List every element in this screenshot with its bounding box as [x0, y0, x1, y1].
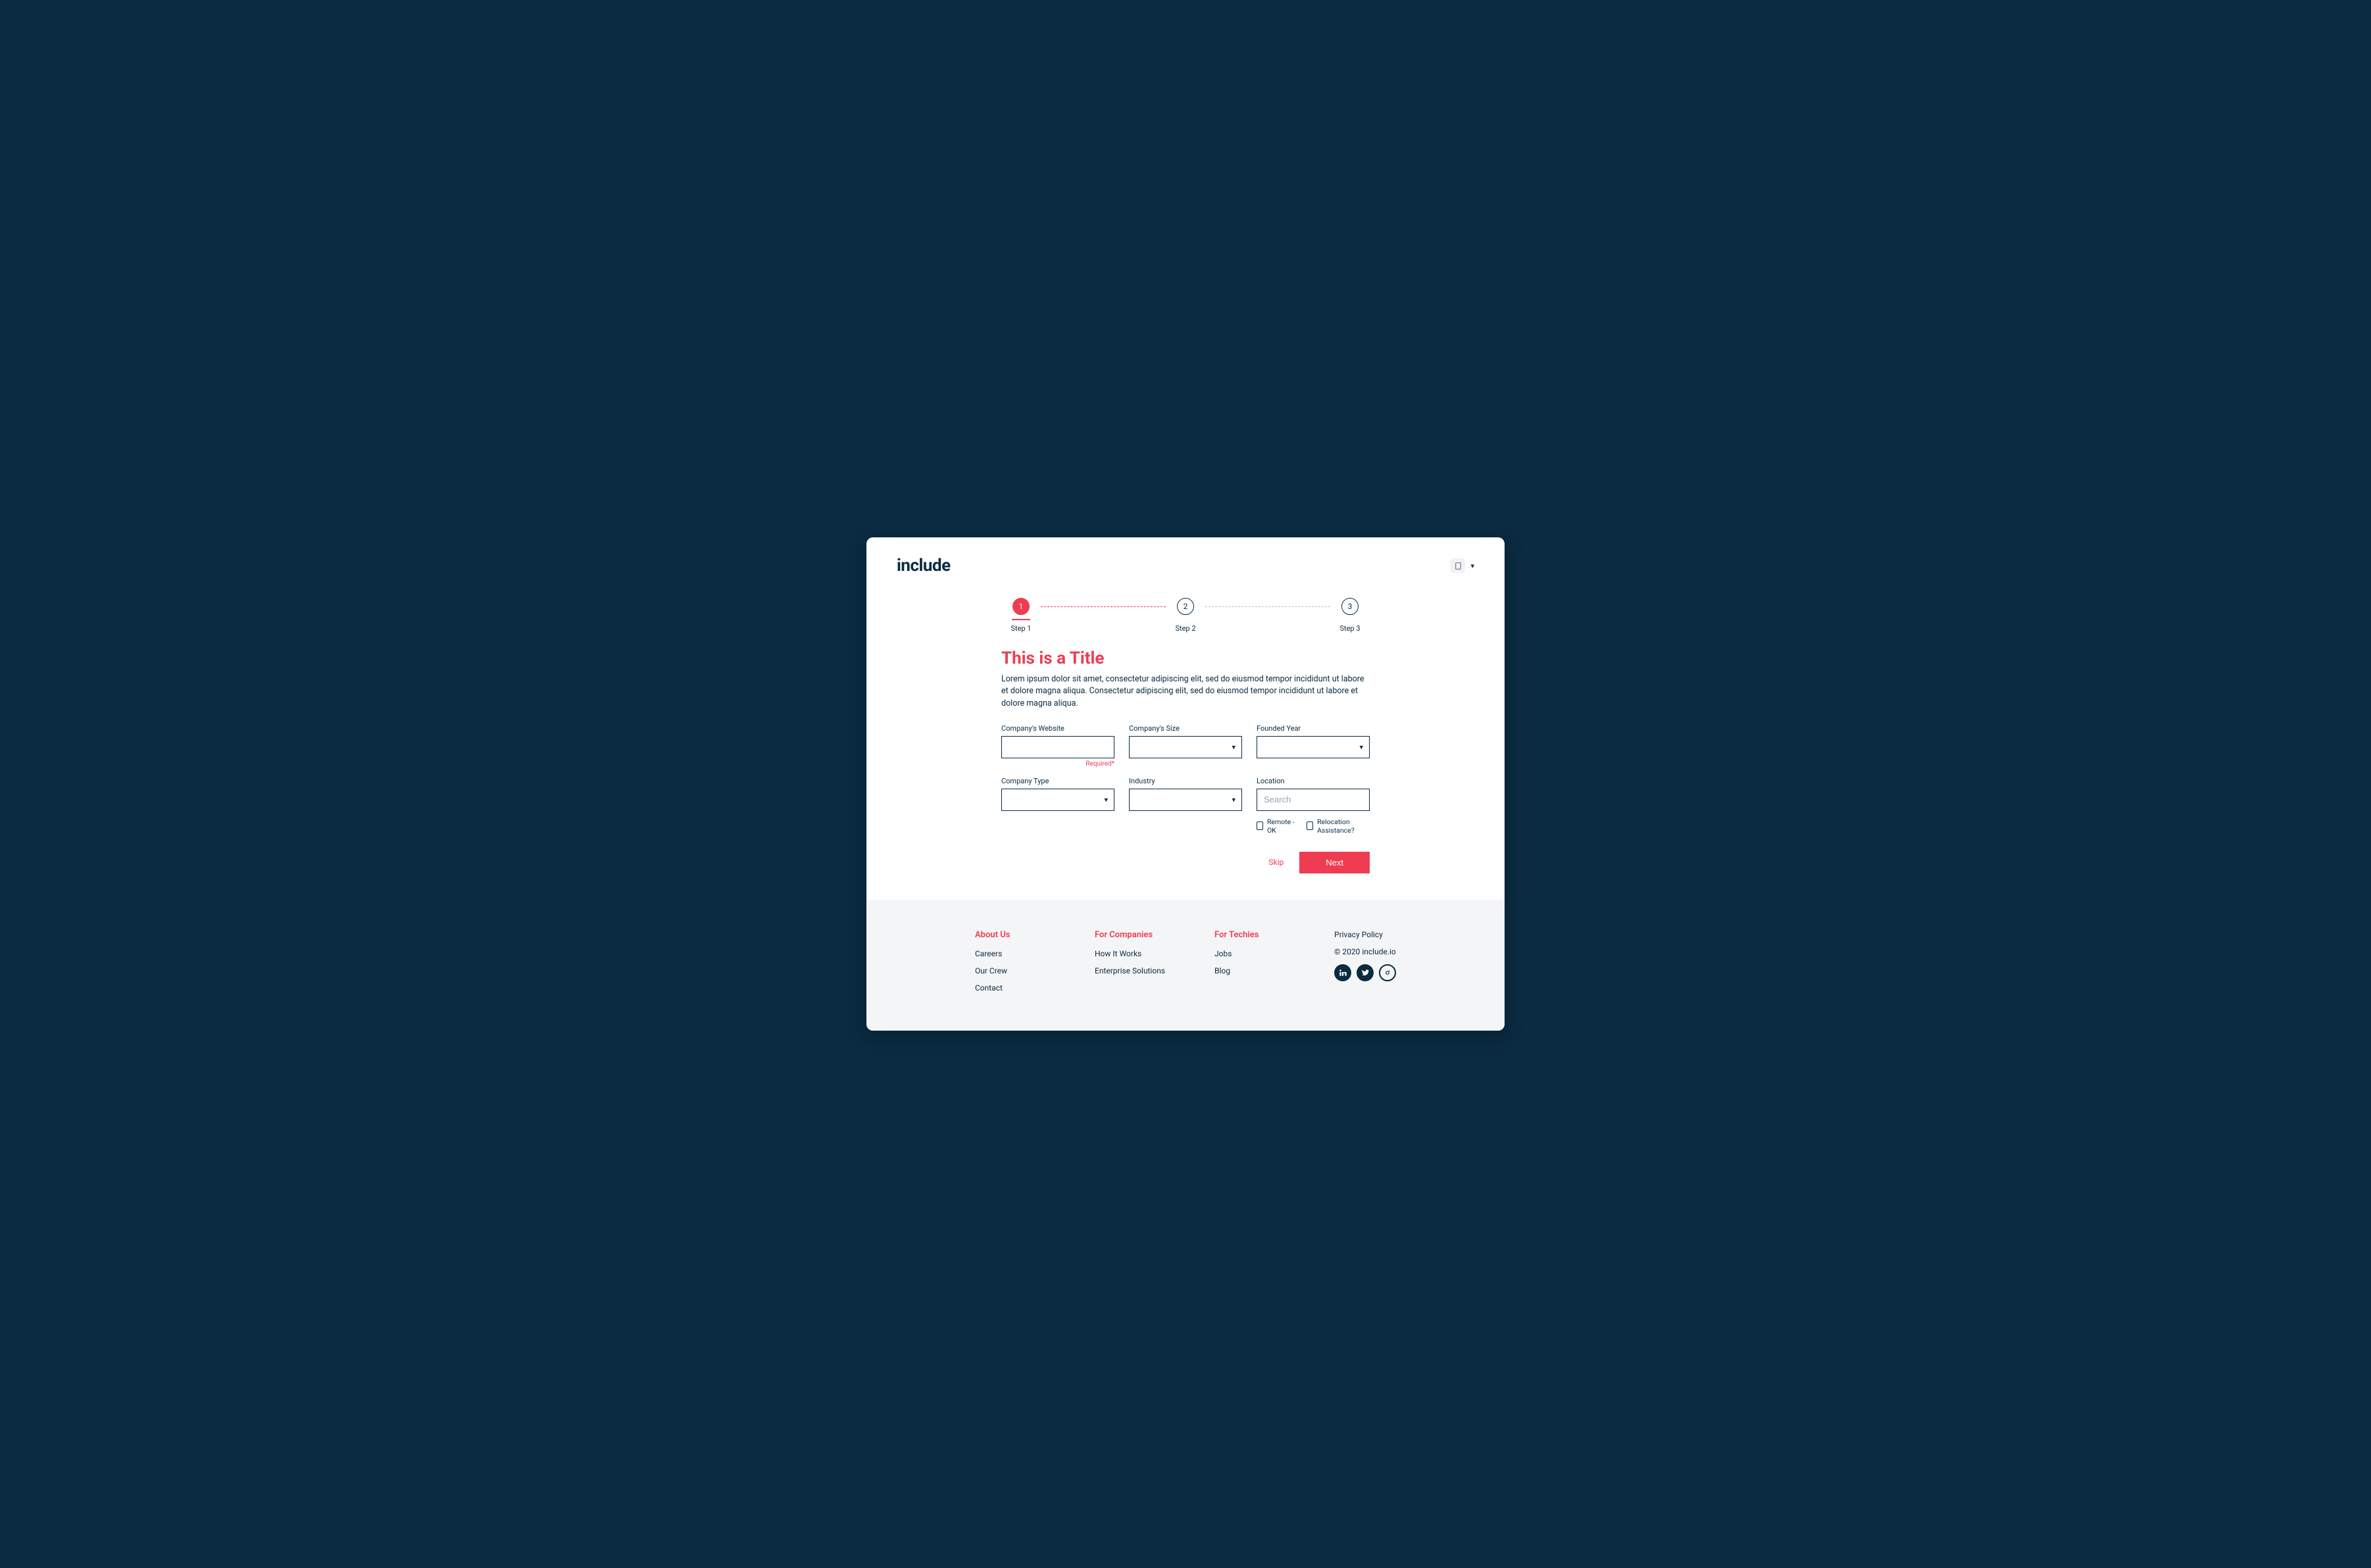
account-menu[interactable]: ▾ — [1451, 558, 1474, 573]
twitter-icon[interactable] — [1357, 964, 1374, 981]
footer-link-how-it-works[interactable]: How It Works — [1095, 949, 1188, 958]
label: Founded Year — [1257, 724, 1370, 733]
main-content: This is a Title Lorem ipsum dolor sit am… — [1001, 649, 1370, 899]
step-2[interactable]: 2 Step 2 — [1166, 598, 1205, 633]
footer-link-contact[interactable]: Contact — [975, 983, 1068, 992]
step-underline — [1012, 619, 1030, 620]
field-location: Location — [1257, 777, 1370, 811]
building-icon — [1451, 558, 1465, 573]
logo: include — [897, 556, 951, 576]
footer: About Us Careers Our Crew Contact For Co… — [866, 900, 1505, 1031]
step-1[interactable]: 1 Step 1 — [1001, 598, 1041, 633]
page-title: This is a Title — [1001, 649, 1370, 668]
checkbox-icon — [1257, 821, 1263, 830]
linkedin-icon[interactable] — [1334, 964, 1351, 981]
field-company-website: Company's Website Required* — [1001, 724, 1114, 768]
footer-copyright: © 2020 include.io — [1334, 947, 1396, 956]
instagram-icon[interactable] — [1379, 964, 1396, 981]
step-circle: 1 — [1012, 598, 1030, 615]
step-underline — [1176, 619, 1195, 620]
footer-col-meta: Privacy Policy © 2020 include.io — [1334, 930, 1396, 981]
step-circle: 2 — [1177, 598, 1194, 615]
step-label: Step 2 — [1175, 624, 1195, 633]
page-description: Lorem ipsum dolor sit amet, consectetur … — [1001, 674, 1370, 709]
app-header: include ▾ — [866, 537, 1505, 582]
label: Company's Website — [1001, 724, 1114, 733]
step-connector — [1041, 606, 1166, 607]
footer-heading: For Techies — [1214, 930, 1308, 940]
app-card: include ▾ 1 Step 1 2 Step 2 — [866, 537, 1505, 1030]
footer-socials — [1334, 964, 1396, 981]
footer-link-jobs[interactable]: Jobs — [1214, 949, 1308, 958]
field-company-type: Company Type ▾ — [1001, 777, 1114, 811]
footer-link-privacy[interactable]: Privacy Policy — [1334, 930, 1396, 939]
footer-col-techies: For Techies Jobs Blog — [1214, 930, 1308, 983]
checkbox-label: Relocation Assistance? — [1317, 818, 1370, 835]
footer-heading: About Us — [975, 930, 1068, 940]
skip-link[interactable]: Skip — [1268, 858, 1284, 867]
checkbox-label: Remote - OK — [1267, 818, 1295, 835]
step-connector — [1205, 606, 1330, 607]
industry-select[interactable] — [1129, 789, 1242, 811]
form: Company's Website Required* Company's Si… — [1001, 724, 1370, 835]
footer-link-careers[interactable]: Careers — [975, 949, 1068, 958]
footer-col-about: About Us Careers Our Crew Contact — [975, 930, 1068, 1000]
step-underline — [1341, 619, 1359, 620]
step-circle: 3 — [1341, 598, 1359, 615]
checkbox-icon — [1307, 821, 1313, 830]
step-label: Step 1 — [1011, 624, 1031, 633]
step-3[interactable]: 3 Step 3 — [1330, 598, 1370, 633]
founded-year-select[interactable] — [1257, 736, 1370, 758]
location-search-input[interactable] — [1257, 789, 1370, 811]
footer-link-blog[interactable]: Blog — [1214, 966, 1308, 975]
form-actions: Skip Next — [1001, 852, 1370, 873]
location-options: Remote - OK Relocation Assistance? — [1257, 818, 1370, 835]
field-company-size: Company's Size ▾ — [1129, 724, 1242, 768]
step-label: Step 3 — [1339, 624, 1360, 633]
label: Company Type — [1001, 777, 1114, 785]
label: Location — [1257, 777, 1370, 785]
label: Company's Size — [1129, 724, 1242, 733]
chevron-down-icon: ▾ — [1470, 562, 1474, 570]
footer-link-our-crew[interactable]: Our Crew — [975, 966, 1068, 975]
relocation-checkbox[interactable]: Relocation Assistance? — [1307, 818, 1370, 835]
company-size-select[interactable] — [1129, 736, 1242, 758]
required-hint: Required* — [1001, 760, 1114, 768]
next-button[interactable]: Next — [1299, 852, 1370, 873]
remote-ok-checkbox[interactable]: Remote - OK — [1257, 818, 1295, 835]
field-founded-year: Founded Year ▾ — [1257, 724, 1370, 768]
company-website-input[interactable] — [1001, 736, 1114, 758]
label: Industry — [1129, 777, 1242, 785]
stepper: 1 Step 1 2 Step 2 3 Step 3 — [1001, 598, 1370, 633]
footer-col-companies: For Companies How It Works Enterprise So… — [1095, 930, 1188, 983]
field-industry: Industry ▾ — [1129, 777, 1242, 811]
footer-link-enterprise-solutions[interactable]: Enterprise Solutions — [1095, 966, 1188, 975]
company-type-select[interactable] — [1001, 789, 1114, 811]
footer-heading: For Companies — [1095, 930, 1188, 940]
